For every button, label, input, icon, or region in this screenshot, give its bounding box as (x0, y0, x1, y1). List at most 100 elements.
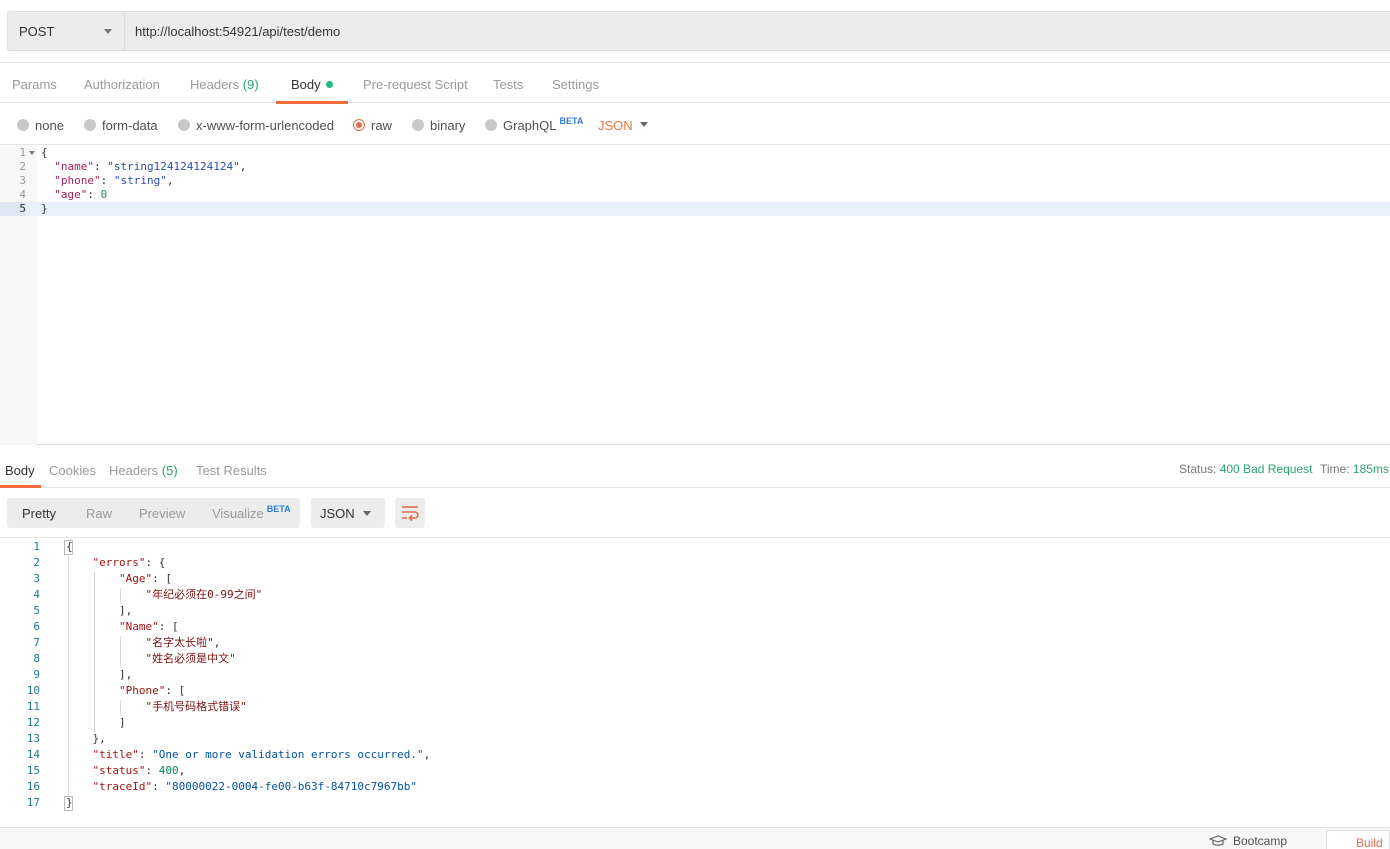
tab-label: Authorization (84, 77, 160, 92)
code-line: 4 "年纪必须在0-99之间" (0, 587, 1390, 603)
chevron-down-icon[interactable] (640, 122, 648, 127)
preview-button[interactable]: Preview (139, 506, 185, 521)
json-punct: : [ (152, 572, 172, 585)
line-number: 4 (33, 588, 40, 601)
request-body-editor[interactable]: 1 { 2 "name": "string124124124124", 3 "p… (0, 145, 1390, 445)
json-string: "80000022-0004-fe00-b63f-84710c7967bb" (165, 780, 418, 793)
chevron-down-icon (104, 29, 112, 34)
code-line: 14 "title": "One or more validation erro… (0, 747, 1390, 763)
code-text: "姓名必须是中文" (66, 651, 236, 667)
json-key: "title" (92, 748, 139, 761)
json-key: "status" (92, 764, 146, 777)
json-key: "Phone" (118, 684, 166, 697)
headers-count: (9) (242, 77, 259, 92)
response-view-modes: Pretty Raw Preview Visualize BETA (7, 498, 300, 528)
json-punct: ], (118, 668, 133, 681)
line-number: 11 (26, 700, 40, 713)
radio-label: form-data (102, 118, 158, 133)
wrap-lines-button[interactable] (395, 498, 425, 528)
tab-body[interactable]: Body (276, 63, 348, 104)
json-string: "姓名必须是中文" (145, 652, 236, 665)
time-value[interactable]: 185ms (1353, 462, 1389, 476)
code-text: "errors": { (66, 555, 166, 571)
code-text: "Age": [ (66, 571, 172, 587)
beta-badge: BETA (266, 504, 291, 514)
json-punct: }, (92, 732, 106, 745)
status-label: Status: (1179, 462, 1217, 476)
line-number: 10 (26, 684, 40, 697)
body-language-select[interactable]: JSON (598, 118, 633, 133)
format-label: JSON (320, 506, 355, 521)
bootcamp-button[interactable]: Bootcamp (1208, 834, 1288, 848)
build-label: Build (1356, 836, 1383, 849)
radio-label: raw (371, 118, 392, 133)
modified-dot-icon (325, 81, 333, 88)
status-value[interactable]: 400 Bad Request (1220, 462, 1313, 476)
code-line: 17 } (0, 795, 1390, 811)
code-text: ] (66, 715, 126, 731)
request-tabs: Params Authorization Headers (9) Body Pr… (0, 62, 1390, 104)
radio-label: none (35, 118, 64, 133)
code-line: 5 ], (0, 603, 1390, 619)
fold-caret-icon[interactable] (29, 151, 35, 155)
code-text: "年纪必须在0-99之间" (66, 587, 262, 603)
beta-badge: BETA (559, 116, 584, 126)
raw-button[interactable]: Raw (86, 506, 112, 521)
radio-circle (412, 119, 424, 131)
radio-circle (485, 119, 497, 131)
pretty-button[interactable]: Pretty (22, 506, 56, 521)
code-line: 11 "手机号码格式错误" (0, 699, 1390, 715)
code-line: 6 "Name": [ (0, 619, 1390, 635)
json-key: "Age" (118, 572, 153, 585)
tab-label: Cookies (49, 463, 96, 478)
response-format-select[interactable]: JSON (311, 498, 385, 528)
tab-label: Headers (9) (190, 77, 259, 92)
line-number: 4 (19, 188, 26, 201)
tab-label: Body (5, 463, 35, 478)
url-bar: POST http://localhost:54921/api/test/dem… (0, 0, 1390, 62)
tab-label: Tests (493, 77, 524, 92)
graduation-cap-icon (1208, 835, 1228, 846)
code-line: 10 "Phone": [ (0, 683, 1390, 699)
json-string: "手机号码格式错误" (145, 700, 247, 713)
response-body-viewer[interactable]: 1 { 2 "errors": { 3 "Age": [ 4 "年纪必须在0-9… (0, 537, 1390, 827)
response-tab-body[interactable]: Body (0, 446, 41, 488)
json-key: "phone" (54, 174, 101, 187)
line-number: 1 (19, 146, 26, 159)
code-line: 2 "name": "string124124124124", (0, 160, 1390, 174)
json-punct: : [ (158, 620, 179, 633)
json-key: "name" (54, 160, 94, 173)
wrap-lines-icon (402, 506, 419, 522)
code-line: 7 "名字太长啦", (0, 635, 1390, 651)
headers-label: Headers (190, 77, 240, 92)
json-key: "traceId" (92, 780, 153, 793)
code-line: 8 "姓名必须是中文" (0, 651, 1390, 667)
time-label: Time: (1320, 462, 1350, 476)
tab-label: Settings (552, 77, 599, 92)
json-key: "age" (54, 188, 88, 201)
tab-label: Test Results (196, 463, 267, 478)
method-select[interactable]: POST (7, 11, 124, 51)
url-input[interactable]: http://localhost:54921/api/test/demo (124, 11, 1390, 51)
code-line: 3 "Age": [ (0, 571, 1390, 587)
line-number: 14 (26, 748, 40, 761)
build-button[interactable]: Build (1326, 830, 1390, 849)
line-number: 15 (26, 764, 40, 777)
code-line: 15 "status": 400, (0, 763, 1390, 779)
code-text: { (41, 146, 48, 159)
line-number: 5 (0, 202, 26, 216)
graphql-label: GraphQL (503, 118, 557, 133)
code-text: "phone": "string", (54, 174, 174, 187)
body-label: Body (291, 77, 321, 92)
json-string: "年纪必须在0-99之间" (145, 588, 263, 601)
bootcamp-label: Bootcamp (1233, 834, 1288, 848)
code-line: 3 "phone": "string", (0, 174, 1390, 188)
visualize-button[interactable]: Visualize BETA (212, 504, 291, 521)
line-number: 3 (19, 174, 26, 187)
line-number: 12 (26, 716, 40, 729)
chevron-down-icon (363, 511, 371, 516)
response-time: Time: 185ms (1320, 462, 1389, 476)
code-text: "名字太长啦", (145, 636, 221, 649)
code-line: 9 ], (0, 667, 1390, 683)
code-line: 4 "age": 0 (0, 188, 1390, 202)
